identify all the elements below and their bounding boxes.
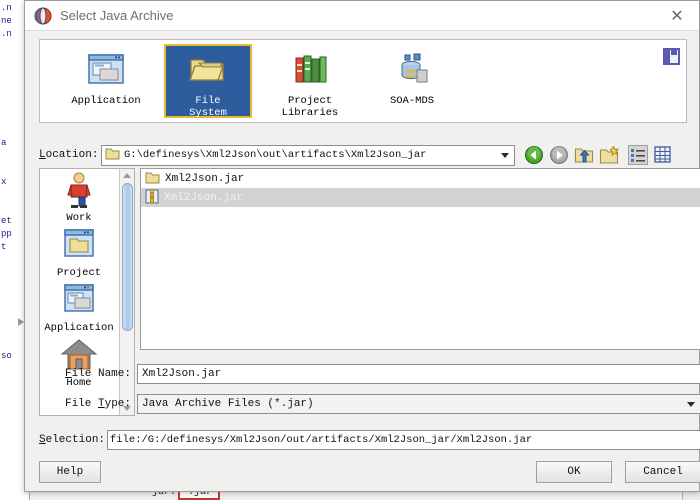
application-windows-icon [58,281,100,321]
folder-icon [145,171,160,187]
location-label: Location: [39,149,99,161]
tab-project-libraries[interactable]: Project Libraries [266,44,354,119]
file-name-label: Xml2Json.jar [165,172,245,185]
help-button[interactable]: Help [39,461,101,483]
cancel-button[interactable]: Cancel [625,461,700,483]
selection-input[interactable]: file:/G:/definesys/Xml2Json/out/artifact… [107,430,700,450]
selection-row: Selection: file:/G:/definesys/Xml2Json/o… [39,429,700,451]
tab-file-system-label: File System [189,95,227,119]
chevron-down-icon [501,152,509,158]
file-list-item[interactable]: Xml2Json.jar [141,169,700,188]
dialog-titlebar: Select Java Archive ✕ [25,1,699,31]
soa-mds-database-icon [391,52,433,90]
chevron-down-icon [687,401,695,407]
file-type-select[interactable]: Java Archive Files (*.jar) [137,394,700,414]
tab-soa-mds[interactable]: SOA-MDS [368,44,456,118]
tab-application[interactable]: Application [62,44,150,118]
jdeveloper-icon [34,7,52,25]
location-combo[interactable]: G:\definesys\Xml2Json\out\artifacts\Xml2… [101,144,515,166]
project-window-folder-icon [58,226,100,266]
jar-archive-icon [145,189,159,207]
tab-application-label: Application [71,95,141,107]
application-windows-icon [85,52,127,90]
file-list[interactable]: Xml2Json.jar Xml2Json.jar [140,168,700,350]
libraries-books-icon [289,52,331,90]
tab-file-system[interactable]: File System [164,44,252,119]
selection-label-text: Selection: [39,434,106,446]
tab-soa-mds-label: SOA-MDS [389,95,435,107]
forward-button[interactable] [549,145,569,165]
file-name-label: Xml2Json.jar [164,191,244,204]
shortcut-application[interactable]: Application [40,281,118,334]
list-view-button[interactable] [628,145,648,165]
dialog-button-bar: Help OK Cancel [39,461,700,485]
location-row: Location: G:\definesys\Xml2Json\out\arti… [39,143,700,167]
tab-project-libraries-label: Project Libraries [281,95,339,119]
dialog-title: Select Java Archive [60,8,174,23]
shortcut-application-label: Application [44,322,114,334]
shortcut-work[interactable]: Work [40,171,118,224]
shortcut-project[interactable]: Project [40,226,118,279]
source-tab-strip: Application File System Project Librarie… [39,39,687,123]
file-list-item[interactable]: Xml2Json.jar [141,188,700,207]
details-view-button[interactable] [653,145,673,165]
location-value: G:\definesys\Xml2Json\out\artifacts\Xml2… [124,149,427,161]
file-name-row: File Name: Xml2Json.jar [39,363,700,385]
file-name-label-text: File Name: [64,368,131,380]
ok-button[interactable]: OK [536,461,612,483]
folder-icon [105,147,120,163]
close-icon[interactable]: ✕ [655,1,699,31]
folder-open-icon [187,52,229,90]
shortcut-work-label: Work [66,212,92,224]
shortcut-project-label: Project [56,267,102,279]
new-folder-button[interactable] [599,145,620,165]
person-work-icon [58,171,100,211]
panel-layout-icon[interactable] [663,48,680,65]
scroll-up-icon[interactable] [123,173,131,178]
file-type-row: File Type: Java Archive Files (*.jar) [39,393,700,415]
select-java-archive-dialog: Select Java Archive ✕ Application File S… [24,0,700,492]
scrollbar-thumb[interactable] [122,183,133,331]
file-name-input[interactable]: Xml2Json.jar [137,364,700,384]
up-one-level-button[interactable] [574,145,594,165]
file-type-value: Java Archive Files (*.jar) [142,398,314,410]
file-type-label-text: File Type: [64,398,131,410]
back-button[interactable] [524,145,544,165]
